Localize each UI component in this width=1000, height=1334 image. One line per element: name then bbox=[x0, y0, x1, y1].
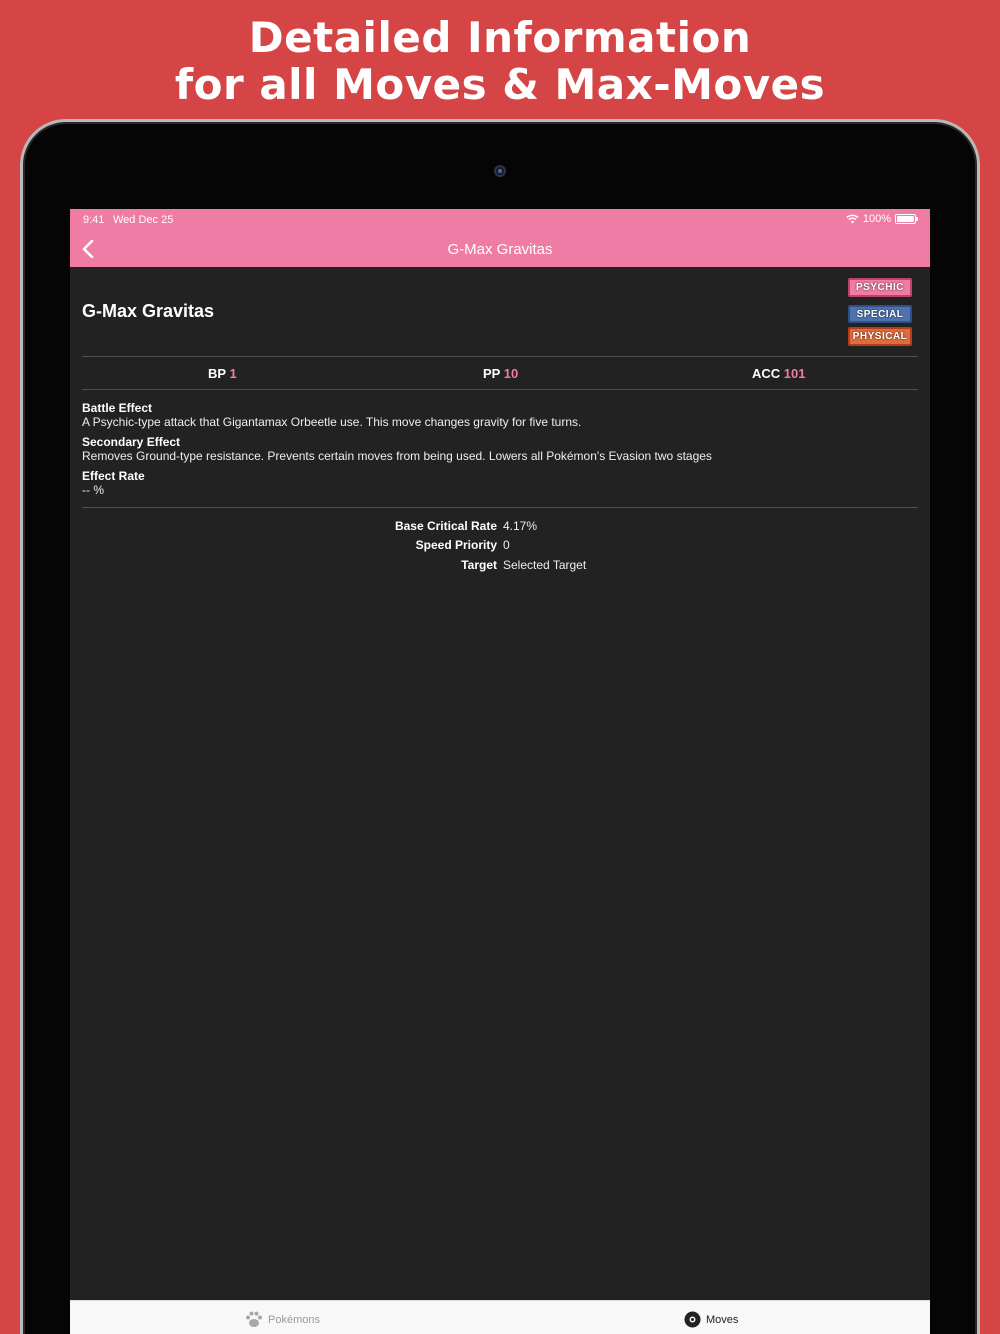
stat-acc: ACC 101 bbox=[752, 366, 806, 381]
stat-pp-value: 10 bbox=[503, 366, 519, 381]
physical-badge: PHYSICAL bbox=[848, 327, 912, 346]
info-label: Base Critical Rate bbox=[394, 519, 497, 533]
status-bar: 9:41 Wed Dec 25 100% bbox=[70, 209, 930, 231]
effect-rate-text: -- % bbox=[82, 483, 104, 497]
secondary-effect-title: Secondary Effect bbox=[82, 435, 181, 449]
tab-moves[interactable]: Moves bbox=[684, 1311, 738, 1328]
status-time: 9:41 bbox=[83, 214, 105, 226]
info-value: 4.17% bbox=[503, 519, 538, 533]
promo-headline: Detailed Information for all Moves & Max… bbox=[0, 14, 1000, 108]
divider bbox=[82, 507, 918, 508]
effect-rate-section: Effect Rate -- % bbox=[82, 469, 145, 497]
tab-pokemons[interactable]: Pokémons bbox=[245, 1311, 320, 1328]
divider bbox=[82, 356, 918, 357]
promo-line-1: Detailed Information bbox=[248, 13, 752, 62]
divider bbox=[82, 389, 918, 390]
wifi-icon bbox=[846, 214, 859, 224]
tab-bar: Pokémons Moves bbox=[70, 1300, 930, 1334]
battery-percent: 100% bbox=[862, 213, 891, 225]
battle-effect-title: Battle Effect bbox=[82, 401, 153, 415]
front-camera bbox=[494, 165, 506, 177]
app-screen: 9:41 Wed Dec 25 100% G-Max Gravitas G-Ma… bbox=[70, 209, 930, 1334]
stat-acc-value: 101 bbox=[783, 366, 806, 381]
special-badge: SPECIAL bbox=[848, 305, 912, 323]
effect-rate-title: Effect Rate bbox=[82, 469, 145, 483]
tab-pokemons-label: Pokémons bbox=[268, 1313, 320, 1326]
navigation-bar: G-Max Gravitas bbox=[70, 231, 930, 267]
move-name: G-Max Gravitas bbox=[82, 301, 215, 321]
status-date: Wed Dec 25 bbox=[113, 214, 174, 226]
nav-title: G-Max Gravitas bbox=[447, 241, 553, 258]
promo-line-2: for all Moves & Max-Moves bbox=[174, 60, 826, 109]
stat-pp-label: PP bbox=[483, 366, 501, 381]
info-value: Selected Target bbox=[503, 558, 587, 572]
info-label: Speed Priority bbox=[415, 538, 497, 552]
stat-bp: BP 1 bbox=[208, 366, 237, 381]
info-value: 0 bbox=[503, 538, 510, 552]
tab-moves-label: Moves bbox=[706, 1313, 739, 1326]
type-badge: PSYCHIC bbox=[848, 278, 912, 297]
battle-effect-text: A Psychic-type attack that Gigantamax Or… bbox=[82, 415, 582, 429]
secondary-effect-text: Removes Ground-type resistance. Prevents… bbox=[82, 449, 712, 463]
stat-pp: PP 10 bbox=[483, 366, 518, 381]
paw-icon bbox=[246, 1311, 262, 1327]
battle-effect-section: Battle Effect A Psychic-type attack that… bbox=[82, 401, 581, 429]
stat-acc-label: ACC bbox=[752, 366, 781, 381]
pokeball-icon bbox=[684, 1311, 701, 1328]
battery-icon bbox=[895, 214, 918, 224]
info-label: Target bbox=[461, 558, 497, 572]
secondary-effect-section: Secondary Effect Removes Ground-type res… bbox=[82, 435, 712, 463]
status-indicators: 100% bbox=[846, 213, 918, 225]
stat-bp-label: BP bbox=[208, 366, 226, 381]
stat-bp-value: 1 bbox=[229, 366, 237, 381]
